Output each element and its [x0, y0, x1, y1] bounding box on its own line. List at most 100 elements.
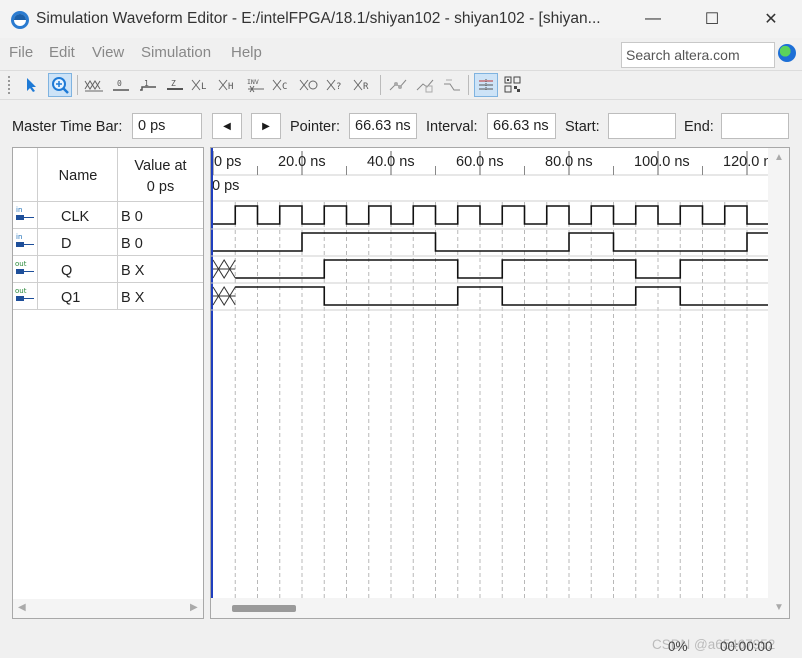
- force-weak-high-icon[interactable]: H: [217, 73, 241, 97]
- signal-name: CLK: [61, 209, 90, 225]
- menu-view[interactable]: View: [92, 44, 124, 61]
- pointer-field: 66.63 ns: [349, 113, 417, 139]
- svg-text:C: C: [282, 82, 287, 92]
- minimize-button[interactable]: —: [630, 4, 676, 34]
- svg-text:H: H: [228, 82, 233, 92]
- time-tick-label: 0 ps: [214, 154, 241, 170]
- value-column-header-line1[interactable]: Value at: [118, 158, 203, 174]
- force-high-impedance-icon[interactable]: Z: [163, 73, 187, 97]
- value-column-header-line2[interactable]: 0 ps: [118, 179, 203, 195]
- master-time-bar-label: Master Time Bar:: [12, 119, 123, 135]
- signal-name: Q: [61, 263, 73, 279]
- svg-text:R: R: [363, 82, 369, 92]
- previous-transition-button[interactable]: ◀: [212, 113, 242, 139]
- time-tick-label: 60.0 ns: [456, 154, 504, 170]
- triangle-right-icon: ▶: [262, 120, 270, 132]
- svg-text:in: in: [16, 233, 22, 241]
- ungroup-icon[interactable]: [440, 73, 464, 97]
- toolbar-separator: [380, 75, 381, 95]
- menu-simulation[interactable]: Simulation: [141, 44, 211, 61]
- svg-text:INV: INV: [247, 78, 259, 86]
- cursor-time-label: 0 ps: [212, 178, 239, 194]
- input-pin-icon: in: [16, 233, 34, 247]
- svg-text:L: L: [201, 82, 206, 92]
- grid-icon[interactable]: [474, 73, 498, 97]
- window-title: Simulation Waveform Editor - E:/intelFPG…: [36, 10, 601, 27]
- search-input[interactable]: Search altera.com: [621, 42, 775, 68]
- end-label: End:: [684, 119, 714, 135]
- next-transition-button[interactable]: ▶: [251, 113, 281, 139]
- svg-text:?: ?: [336, 82, 341, 92]
- snap-to-grid-icon[interactable]: [386, 73, 410, 97]
- pointer-label: Pointer:: [290, 119, 340, 135]
- name-column-header[interactable]: Name: [38, 168, 118, 184]
- start-field[interactable]: [608, 113, 676, 139]
- force-weak-low-icon[interactable]: L: [190, 73, 214, 97]
- signal-value: B 0: [121, 236, 143, 252]
- scroll-right-icon[interactable]: ▶: [190, 602, 198, 613]
- interval-field: 66.63 ns: [487, 113, 556, 139]
- signal-name: D: [61, 236, 72, 252]
- time-tick-label: 40.0 ns: [367, 154, 415, 170]
- waveform-display[interactable]: 0 ps 20.0 ns 40.0 ns 60.0 ns 80.0 ns 100.0 ns…: [211, 148, 768, 598]
- signal-name: Q1: [61, 290, 81, 306]
- force-high-icon[interactable]: 1: [136, 73, 160, 97]
- quartus-app-icon: [11, 11, 29, 29]
- signal-list-horizontal-scrollbar[interactable]: [13, 599, 203, 618]
- time-tick-label: 120.0 n: [723, 154, 768, 170]
- elapsed-time-text: 00:00:00: [720, 639, 773, 654]
- output-pin-icon: out: [15, 287, 34, 301]
- close-button[interactable]: ✕: [748, 4, 794, 34]
- menu-help[interactable]: Help: [231, 44, 262, 61]
- svg-text:out: out: [15, 287, 27, 295]
- horizontal-scroll-thumb[interactable]: [232, 605, 296, 612]
- toolbar-separator: [77, 75, 78, 95]
- force-low-icon[interactable]: 0: [109, 73, 133, 97]
- overwrite-clock-icon[interactable]: [298, 73, 322, 97]
- interval-label: Interval:: [426, 119, 478, 135]
- menu-file[interactable]: File: [9, 44, 33, 61]
- signal-value: B X: [121, 290, 145, 306]
- input-pin-icon: in: [16, 206, 34, 220]
- arbitrary-value-icon[interactable]: R: [352, 73, 376, 97]
- force-unknown-icon[interactable]: [82, 73, 106, 97]
- svg-text:Z: Z: [171, 79, 176, 88]
- end-field[interactable]: [721, 113, 789, 139]
- time-tick-label: 100.0 ns: [634, 154, 690, 170]
- signal-row[interactable]: in CLK B 0: [13, 203, 203, 229]
- time-tick-label: 20.0 ns: [278, 154, 326, 170]
- scroll-up-icon[interactable]: ▲: [774, 152, 784, 163]
- signal-row[interactable]: out Q B X: [13, 257, 203, 283]
- svg-text:in: in: [16, 206, 22, 214]
- signal-row[interactable]: out Q1 B X: [13, 284, 203, 310]
- waveform-vertical-scrollbar[interactable]: [768, 148, 789, 618]
- start-label: Start:: [565, 119, 600, 135]
- output-pin-icon: out: [15, 260, 34, 274]
- group-icon[interactable]: [413, 73, 437, 97]
- triangle-left-icon: ◀: [223, 120, 231, 132]
- master-time-bar-field[interactable]: 0 ps: [132, 113, 202, 139]
- invert-icon[interactable]: INV: [244, 73, 268, 97]
- signal-value: B 0: [121, 209, 143, 225]
- zoom-tool-icon[interactable]: [48, 73, 72, 97]
- svg-text:0: 0: [117, 79, 122, 88]
- signal-value: B X: [121, 263, 145, 279]
- toolbar-separator: [468, 75, 469, 95]
- toolbar-grip: [8, 76, 11, 94]
- row-divider: [13, 201, 203, 202]
- waveform-q: [235, 259, 768, 279]
- menu-edit[interactable]: Edit: [49, 44, 75, 61]
- globe-icon[interactable]: [778, 44, 796, 62]
- random-values-icon[interactable]: ?: [325, 73, 349, 97]
- count-value-icon[interactable]: C: [271, 73, 295, 97]
- scroll-left-icon[interactable]: ◀: [18, 602, 26, 613]
- pointer-tool-icon[interactable]: [20, 73, 44, 97]
- waveform-clk: [213, 205, 768, 225]
- maximize-button[interactable]: ☐: [689, 4, 735, 34]
- scroll-down-icon[interactable]: ▼: [774, 602, 784, 613]
- waveform-d: [213, 232, 768, 252]
- waveform-q1: [235, 286, 768, 306]
- match-icon[interactable]: [501, 73, 525, 97]
- time-tick-label: 80.0 ns: [545, 154, 593, 170]
- signal-row[interactable]: in D B 0: [13, 230, 203, 256]
